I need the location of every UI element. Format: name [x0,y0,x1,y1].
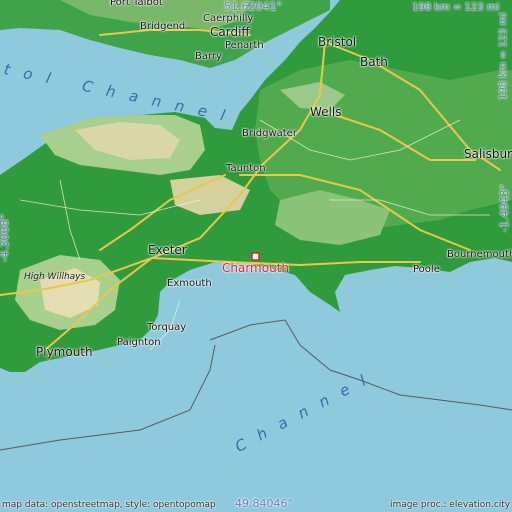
credit-map-data: map data: openstreetmap, style: opentopo… [2,500,216,510]
town-barry[interactable]: Barry [195,51,222,62]
town-salisbury[interactable]: Salisbury [464,147,512,161]
coord-left: -4.3068° [0,214,11,262]
credit-image-proc: image proc.: elevation.city [390,500,511,510]
town-torquay[interactable]: Torquay [147,322,186,333]
town-taunton[interactable]: Taunton [226,163,266,174]
town-plymouth[interactable]: Plymouth [36,345,93,359]
charmouth-marker [251,252,260,261]
town-cardiff[interactable]: Cardiff [210,25,250,39]
town-bath[interactable]: Bath [360,55,388,69]
coord-bottom: 49.84046° [235,497,293,510]
hill-high-willhays: High Willhays [24,272,86,282]
town-bridgwater[interactable]: Bridgwater [242,128,297,139]
town-bournemouth[interactable]: Bournemouth [447,249,512,260]
map-canvas[interactable]: tol Channel Channel Port Talbot Bridgend… [0,0,512,512]
town-wells[interactable]: Wells [310,105,341,119]
scale-top: 198 km = 123 mi [412,2,500,13]
coord-top: 51.62041° [224,0,282,13]
town-paignton[interactable]: Paignton [117,337,161,348]
town-penarth[interactable]: Penarth [225,40,264,51]
target-place-label[interactable]: Charmouth [222,261,289,275]
town-bridgend[interactable]: Bridgend [140,21,185,32]
scale-right: 198 km = 123 mi [498,12,509,100]
town-bristol[interactable]: Bristol [318,35,356,49]
town-exeter[interactable]: Exeter [148,243,187,257]
town-poole[interactable]: Poole [413,264,440,275]
town-exmouth[interactable]: Exmouth [167,278,212,289]
coord-right: -1.4943° [498,184,511,232]
town-port-talbot[interactable]: Port Talbot [110,0,163,8]
town-caerphilly[interactable]: Caerphilly [203,13,253,24]
